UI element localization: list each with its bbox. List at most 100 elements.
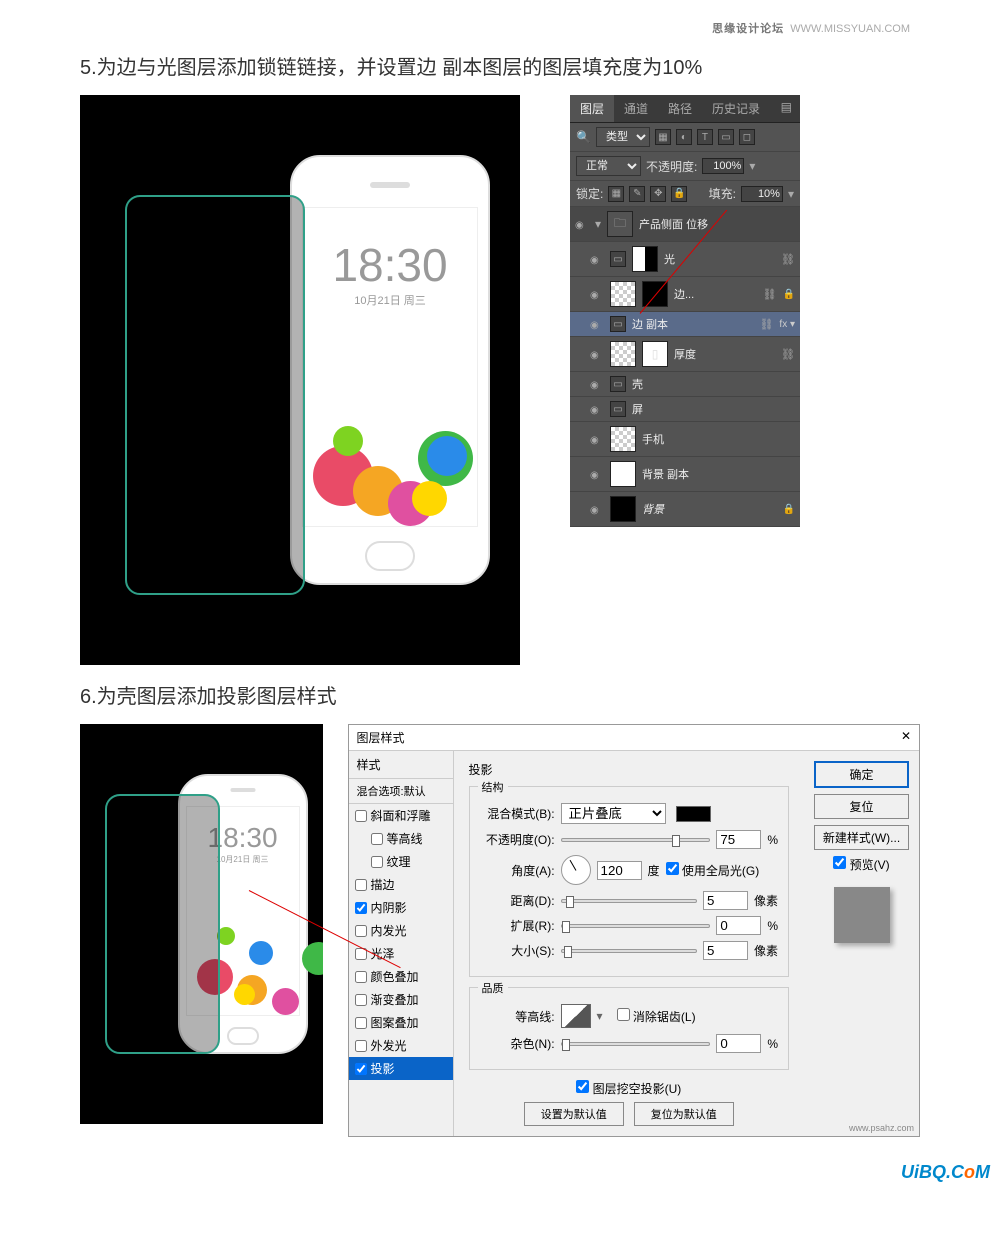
visibility-icon[interactable] [590, 432, 604, 446]
style-item[interactable]: 等高线 [349, 827, 453, 850]
preview-checkbox[interactable] [833, 856, 846, 869]
layer-item[interactable]: ▭ 壳 [570, 372, 800, 397]
style-item[interactable]: 图案叠加 [349, 1011, 453, 1034]
tab-history[interactable]: 历史记录 [702, 95, 770, 122]
angle-input[interactable] [597, 861, 642, 880]
spread-slider[interactable] [561, 924, 711, 928]
lock-transparency-icon[interactable]: ▦ [608, 186, 624, 202]
tab-layers[interactable]: 图层 [570, 95, 614, 122]
lock-icon: 🔒 [783, 504, 795, 515]
blend-mode-select[interactable]: 正片叠底 [561, 803, 666, 824]
style-checkbox[interactable] [355, 994, 367, 1006]
spread-input[interactable] [716, 916, 761, 935]
layer-item[interactable]: 边... ⛓ 🔒 [570, 277, 800, 312]
style-checkbox[interactable] [355, 1063, 367, 1075]
style-item[interactable]: 纹理 [349, 850, 453, 873]
tab-channels[interactable]: 通道 [614, 95, 658, 122]
layer-thumb [610, 426, 636, 452]
style-checkbox[interactable] [355, 810, 367, 822]
visibility-icon[interactable] [590, 347, 604, 361]
layer-item[interactable]: 手机 [570, 422, 800, 457]
visibility-icon[interactable] [590, 287, 604, 301]
global-light-checkbox[interactable] [666, 862, 679, 875]
opacity-input[interactable] [716, 830, 761, 849]
style-checkbox[interactable] [355, 948, 367, 960]
color-swatch[interactable] [676, 806, 711, 822]
style-label: 内发光 [371, 922, 407, 939]
style-item[interactable]: 光泽 [349, 942, 453, 965]
style-checkbox[interactable] [371, 833, 383, 845]
layer-item[interactable]: 背景 🔒 [570, 492, 800, 527]
size-input[interactable] [703, 941, 748, 960]
style-item[interactable]: 投影 [349, 1057, 453, 1080]
link-icon[interactable]: ⛓ [781, 253, 795, 266]
angle-dial[interactable] [561, 855, 591, 885]
ok-button[interactable]: 确定 [814, 761, 909, 788]
antialias-checkbox[interactable] [617, 1008, 630, 1021]
cancel-button[interactable]: 复位 [814, 794, 909, 819]
contour-swatch[interactable] [561, 1004, 591, 1028]
blend-mode-select[interactable]: 正常 [576, 156, 641, 176]
fill-input[interactable] [741, 186, 783, 202]
filter-type-select[interactable]: 类型 [596, 127, 650, 147]
layer-item[interactable]: 背景 副本 [570, 457, 800, 492]
style-item[interactable]: 内阴影 [349, 896, 453, 919]
style-label: 内阴影 [371, 899, 407, 916]
close-icon[interactable]: ✕ [901, 729, 911, 746]
style-item[interactable]: 颜色叠加 [349, 965, 453, 988]
set-default-button[interactable]: 设置为默认值 [524, 1102, 624, 1126]
link-icon[interactable]: ⛓ [759, 318, 773, 331]
style-label: 渐变叠加 [371, 991, 419, 1008]
link-icon[interactable]: ⛓ [781, 348, 795, 361]
fx-badge[interactable]: fx ▾ [779, 319, 795, 330]
layer-group[interactable]: ▾ 🗀 产品侧面 位移 [570, 207, 800, 242]
style-checkbox[interactable] [355, 971, 367, 983]
filter-shape-icon[interactable]: ▭ [718, 129, 734, 145]
style-item[interactable]: 内发光 [349, 919, 453, 942]
noise-slider[interactable] [561, 1042, 711, 1046]
link-icon[interactable]: ⛓ [763, 288, 777, 301]
style-checkbox[interactable] [355, 879, 367, 891]
opacity-input[interactable] [702, 158, 744, 174]
new-style-button[interactable]: 新建样式(W)... [814, 825, 909, 850]
styles-header[interactable]: 样式 [349, 751, 453, 779]
filter-pixel-icon[interactable]: ▦ [655, 129, 671, 145]
layer-item[interactable]: ▭ 光 ⛓ [570, 242, 800, 277]
distance-slider[interactable] [561, 899, 697, 903]
style-item[interactable]: 斜面和浮雕 [349, 804, 453, 827]
layer-item[interactable]: ▯ 厚度 ⛓ [570, 337, 800, 372]
distance-input[interactable] [703, 891, 748, 910]
style-checkbox[interactable] [371, 856, 383, 868]
style-item[interactable]: 描边 [349, 873, 453, 896]
layer-item-selected[interactable]: ▭ 边 副本 ⛓ fx ▾ [570, 312, 800, 337]
lock-position-icon[interactable]: ✥ [650, 186, 666, 202]
visibility-icon[interactable] [590, 252, 604, 266]
filter-type-icon[interactable]: T [697, 129, 713, 145]
noise-input[interactable] [716, 1034, 761, 1053]
tab-paths[interactable]: 路径 [658, 95, 702, 122]
lock-image-icon[interactable]: ✎ [629, 186, 645, 202]
visibility-icon[interactable] [590, 317, 604, 331]
layer-item[interactable]: ▭ 屏 [570, 397, 800, 422]
knockout-checkbox[interactable] [576, 1080, 589, 1093]
filter-smart-icon[interactable]: ◻ [739, 129, 755, 145]
opacity-slider[interactable] [561, 838, 711, 842]
style-checkbox[interactable] [355, 902, 367, 914]
visibility-icon[interactable] [590, 377, 604, 391]
lock-icon: 🔒 [783, 289, 795, 300]
visibility-icon[interactable] [575, 217, 589, 231]
visibility-icon[interactable] [590, 502, 604, 516]
style-item[interactable]: 外发光 [349, 1034, 453, 1057]
style-checkbox[interactable] [355, 925, 367, 937]
style-checkbox[interactable] [355, 1017, 367, 1029]
style-item[interactable]: 渐变叠加 [349, 988, 453, 1011]
blend-options-header[interactable]: 混合选项:默认 [349, 779, 453, 804]
visibility-icon[interactable] [590, 467, 604, 481]
panel-menu-icon[interactable]: ▤ [773, 95, 800, 122]
reset-default-button[interactable]: 复位为默认值 [634, 1102, 734, 1126]
visibility-icon[interactable] [590, 402, 604, 416]
size-slider[interactable] [561, 949, 697, 953]
style-checkbox[interactable] [355, 1040, 367, 1052]
filter-adjust-icon[interactable]: ◐ [676, 129, 692, 145]
lock-all-icon[interactable]: 🔒 [671, 186, 687, 202]
